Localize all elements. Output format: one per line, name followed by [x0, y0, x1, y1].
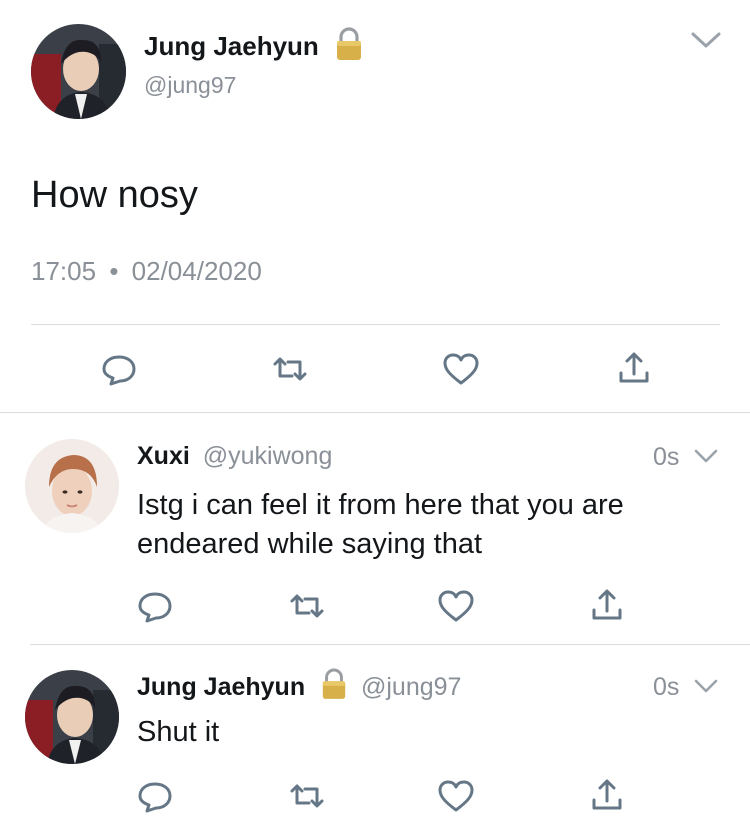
reply-icon [138, 782, 172, 813]
heart-icon [443, 353, 479, 385]
reply-button[interactable] [135, 586, 175, 626]
share-button[interactable] [587, 776, 627, 816]
tweet-text: Istg i can feel it from here that you ar… [137, 489, 624, 560]
time-ago: 0s [653, 673, 680, 701]
lock-icon [320, 668, 348, 709]
divider [30, 644, 750, 645]
retweet-button[interactable] [270, 349, 310, 389]
chevron-down-icon[interactable] [693, 678, 719, 694]
avatar[interactable] [31, 24, 126, 119]
divider [31, 324, 720, 325]
like-button[interactable] [436, 586, 476, 626]
timestamp: 17:05 • 02/04/2020 [31, 256, 262, 287]
timestamp-separator: • [109, 256, 119, 286]
tweet-text: Shut it [137, 716, 220, 748]
retweet-icon [290, 784, 324, 808]
retweet-icon [290, 594, 324, 618]
heart-icon [438, 780, 474, 812]
retweet-button[interactable] [287, 776, 327, 816]
chevron-down-icon[interactable] [693, 448, 719, 464]
time-ago: 0s [653, 443, 680, 471]
like-button[interactable] [436, 776, 476, 816]
reply-button[interactable] [135, 776, 175, 816]
display-name[interactable]: Jung Jaehyun [137, 673, 305, 701]
handle[interactable]: @jung97 [361, 673, 461, 701]
chevron-down-icon[interactable] [690, 30, 722, 50]
tweet-time: 17:05 [31, 256, 97, 286]
tweet-date: 02/04/2020 [131, 256, 262, 286]
avatar[interactable] [25, 439, 119, 533]
share-button[interactable] [614, 349, 654, 389]
tweet-text: How nosy [31, 174, 198, 216]
author-row: Xuxi @yukiwong [137, 442, 332, 471]
display-name[interactable]: Jung Jaehyun [144, 31, 319, 61]
author-row: Jung Jaehyun @jung97 [137, 668, 461, 709]
author-row: Jung Jaehyun [144, 27, 364, 69]
like-button[interactable] [441, 349, 481, 389]
reply-button[interactable] [99, 349, 139, 389]
reply-icon [138, 592, 172, 623]
retweet-icon [273, 357, 307, 381]
retweet-button[interactable] [287, 586, 327, 626]
share-button[interactable] [587, 586, 627, 626]
reply-icon [102, 355, 136, 386]
share-icon [619, 352, 649, 383]
display-name[interactable]: Xuxi [137, 442, 190, 470]
avatar[interactable] [25, 670, 119, 764]
handle[interactable]: @jung97 [144, 72, 236, 99]
lock-icon [334, 27, 364, 69]
heart-icon [438, 590, 474, 622]
share-icon [592, 779, 622, 810]
divider [0, 412, 750, 413]
handle[interactable]: @yukiwong [203, 442, 333, 470]
share-icon [592, 589, 622, 620]
